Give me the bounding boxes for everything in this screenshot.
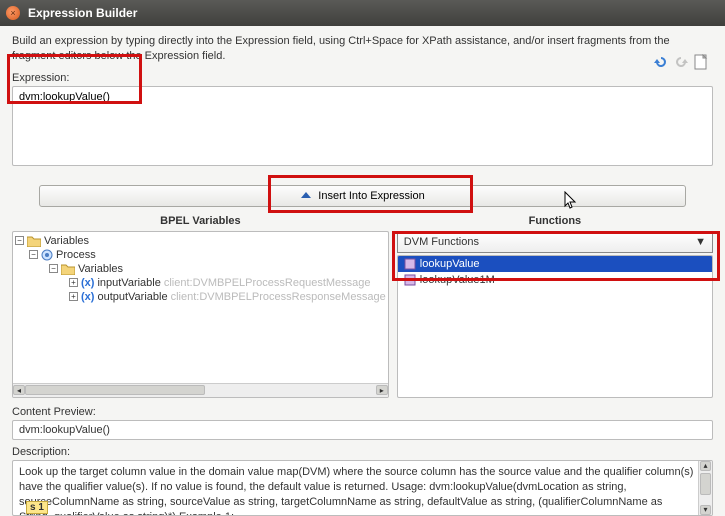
- tree-node-input-variable[interactable]: + (x) inputVariable client:DVMBPELProces…: [15, 276, 386, 290]
- tree-node-output-variable[interactable]: + (x) outputVariable client:DVMBPELProce…: [15, 290, 386, 304]
- tree-node-variables-root[interactable]: − Variables: [15, 234, 386, 248]
- bpel-variables-heading: BPEL Variables: [12, 213, 389, 231]
- undo-icon[interactable]: [653, 54, 669, 70]
- collapse-icon[interactable]: −: [15, 236, 24, 245]
- chevron-down-icon: ▼: [695, 236, 706, 248]
- expression-input[interactable]: [12, 86, 713, 166]
- description-scrollbar[interactable]: ▴ ▾: [698, 461, 712, 515]
- insert-into-expression-button[interactable]: Insert Into Expression: [39, 185, 685, 207]
- expression-label: Expression:: [12, 72, 713, 84]
- tree-node-process[interactable]: − Process: [15, 248, 386, 262]
- function-item-lookupvalue1m[interactable]: lookupValue1M: [398, 272, 712, 288]
- insert-button-label: Insert Into Expression: [318, 190, 424, 202]
- folder-icon: [61, 263, 75, 275]
- description-label: Description:: [12, 446, 713, 458]
- collapse-icon[interactable]: −: [29, 250, 38, 259]
- expand-icon[interactable]: +: [69, 292, 78, 301]
- functions-heading: Functions: [397, 213, 713, 231]
- function-icon: [404, 274, 416, 286]
- function-item-lookupvalue[interactable]: lookupValue: [398, 256, 712, 272]
- scroll-right-icon[interactable]: ▸: [376, 385, 388, 395]
- scroll-up-icon[interactable]: ▴: [700, 461, 711, 471]
- tree-node-variables[interactable]: − Variables: [15, 262, 386, 276]
- window-title: Expression Builder: [28, 6, 137, 20]
- scroll-left-icon[interactable]: ◂: [13, 385, 25, 395]
- functions-list[interactable]: lookupValue lookupValue1M: [397, 255, 713, 398]
- hscroll-thumb[interactable]: [25, 385, 205, 395]
- close-icon[interactable]: ×: [6, 6, 20, 20]
- content-preview-box: dvm:lookupValue(): [12, 420, 713, 440]
- folder-icon: [27, 235, 41, 247]
- vscroll-thumb[interactable]: [700, 473, 711, 495]
- expand-icon[interactable]: +: [69, 278, 78, 287]
- content-preview-label: Content Preview:: [12, 406, 713, 418]
- s1-badge: s 1: [26, 501, 48, 514]
- function-icon: [404, 258, 416, 270]
- chevron-up-icon: [300, 190, 312, 202]
- scroll-down-icon[interactable]: ▾: [700, 505, 711, 515]
- help-text: Build an expression by typing directly i…: [12, 34, 713, 64]
- dropdown-value: DVM Functions: [404, 236, 479, 248]
- redo-icon[interactable]: [673, 54, 689, 70]
- titlebar[interactable]: × Expression Builder: [0, 0, 725, 26]
- variables-tree[interactable]: − Variables − Process − Variables: [12, 231, 389, 398]
- description-box: Look up the target column value in the d…: [12, 460, 713, 516]
- clear-icon[interactable]: [693, 54, 709, 70]
- process-icon: [41, 249, 53, 261]
- collapse-icon[interactable]: −: [49, 264, 58, 273]
- functions-category-dropdown[interactable]: DVM Functions ▼: [397, 231, 713, 253]
